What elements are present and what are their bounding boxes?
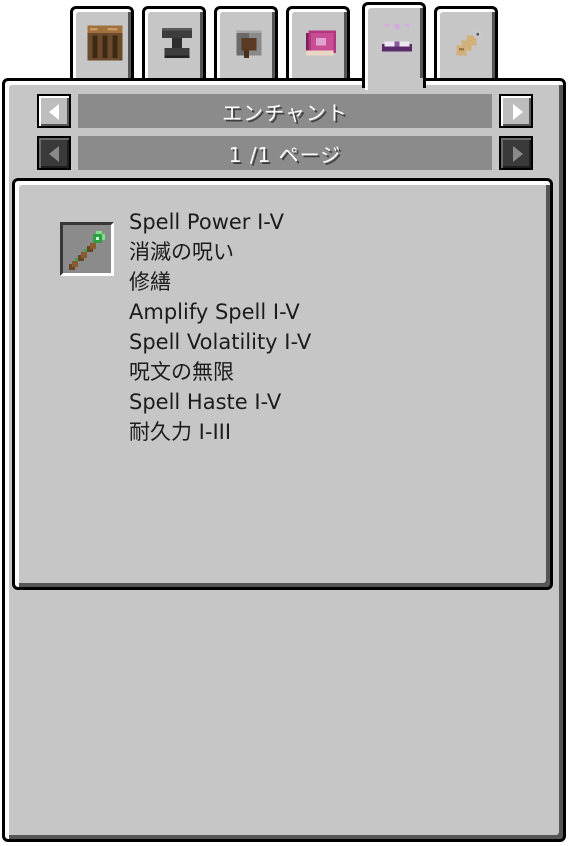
anvil-icon xyxy=(162,28,192,58)
tab-enchanted-book[interactable] xyxy=(286,6,350,78)
tab-name-tag[interactable] xyxy=(434,6,498,78)
tab-crafting[interactable] xyxy=(70,6,134,78)
enchanted-book-icon xyxy=(306,30,336,56)
name-tag-icon xyxy=(456,30,482,56)
category-title: エンチャント xyxy=(78,94,492,128)
next-category-button[interactable] xyxy=(499,94,533,128)
enchanting-table-icon xyxy=(382,24,412,52)
tab-enchanting[interactable] xyxy=(362,2,426,88)
enchantment-item: Spell Volatility I-V xyxy=(129,330,312,354)
grindstone-icon xyxy=(236,30,262,58)
prev-page-button[interactable] xyxy=(37,136,71,170)
enchantment-item: Spell Power I-V xyxy=(129,210,284,234)
chevron-left-icon xyxy=(49,146,59,162)
enchantment-item: 修繕 xyxy=(129,270,171,294)
prev-category-button[interactable] xyxy=(37,94,71,128)
enchantment-item: Amplify Spell I-V xyxy=(129,300,300,324)
enchantment-item: Spell Haste I-V xyxy=(129,390,282,414)
chevron-right-icon xyxy=(513,104,523,120)
chevron-right-icon xyxy=(513,146,523,162)
enchantment-item: 呪文の無限 xyxy=(129,360,234,384)
tab-grindstone[interactable] xyxy=(214,6,278,78)
active-tab-join xyxy=(365,78,423,90)
chevron-left-icon xyxy=(49,104,59,120)
crafting-table-icon xyxy=(87,25,123,61)
enchantment-list: Spell Power I-V 消滅の呪い修繕 Amplify Spell I-V S… xyxy=(129,207,311,447)
page-indicator: 1 /1 ページ xyxy=(78,136,492,170)
magic-staff-icon xyxy=(69,231,105,270)
tab-anvil[interactable] xyxy=(142,6,206,78)
enchantment-item: 耐久力 I-III xyxy=(129,420,232,444)
item-slot[interactable] xyxy=(60,222,114,276)
enchantment-item: 消滅の呪い xyxy=(129,240,234,264)
next-page-button[interactable] xyxy=(499,136,533,170)
